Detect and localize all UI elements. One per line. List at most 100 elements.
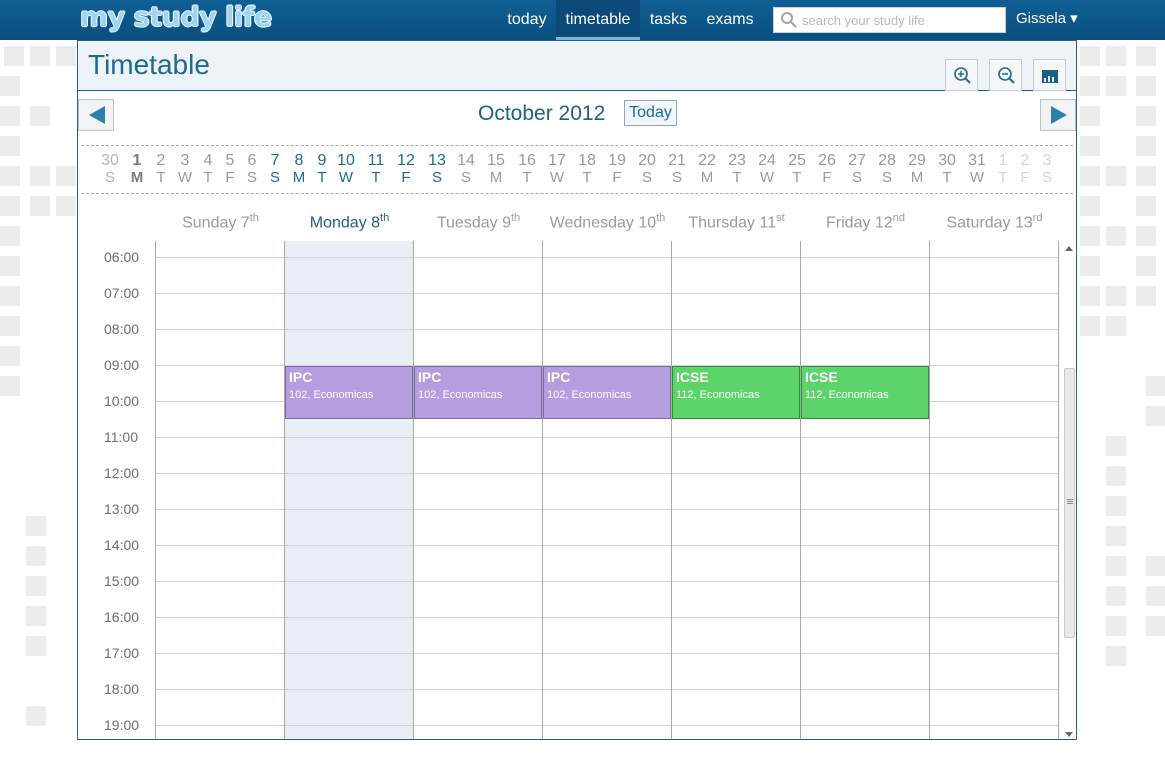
day-column-header: Tuesday 9th (414, 212, 543, 232)
strip-day[interactable]: 30 T (935, 152, 959, 186)
nav-tasks[interactable]: tasks (640, 0, 697, 40)
strip-day[interactable]: 18 T (575, 152, 599, 186)
strip-day[interactable]: 29 M (905, 152, 929, 186)
timetable-grid: 06:00 07:00 08:00 09:00 10:00 11:00 12:00 13:00… (78, 241, 1076, 739)
strip-day-letter: T (317, 169, 327, 186)
hour-label: 19:00 (104, 717, 140, 733)
day-column-header: Wednesday 10th (543, 212, 672, 232)
strip-day[interactable]: 19 F (605, 152, 629, 186)
strip-day[interactable]: 28 S (875, 152, 899, 186)
strip-day-letter: S (851, 169, 862, 186)
strip-day[interactable]: 15 M (484, 152, 508, 186)
hour-gridline (155, 293, 1059, 294)
class-event[interactable]: IPC 102, Economicas (285, 366, 413, 419)
event-title: ICSE (676, 369, 709, 385)
panel-header: Timetable (78, 41, 1076, 91)
strip-day[interactable]: 24 W (755, 152, 779, 186)
strip-day[interactable]: 7S (263, 152, 287, 186)
hour-gridline (155, 617, 1059, 618)
strip-day[interactable]: 23 T (725, 152, 749, 186)
strip-day[interactable]: 17 W (545, 152, 569, 186)
strip-day[interactable]: 2F (1013, 152, 1037, 186)
strip-day-letter: F (612, 169, 622, 186)
strip-day-letter: F (401, 169, 411, 186)
strip-day[interactable]: 10 W (334, 152, 358, 186)
strip-day[interactable]: 1M (125, 152, 149, 186)
strip-day[interactable]: 3S (1035, 152, 1059, 186)
strip-day-number: 12 (397, 152, 415, 169)
strip-day[interactable]: 20 S (635, 152, 659, 186)
previous-week-button[interactable] (78, 99, 114, 131)
strip-day-letter: M (910, 169, 924, 186)
class-event[interactable]: ICSE 112, Economicas (801, 366, 929, 419)
class-event[interactable]: IPC 102, Economicas (543, 366, 671, 419)
strip-day-number: 30 (101, 152, 119, 169)
strip-day[interactable]: 25 T (785, 152, 809, 186)
strip-day[interactable]: 26 F (815, 152, 839, 186)
next-week-button[interactable] (1040, 99, 1076, 131)
class-event[interactable]: IPC 102, Economicas (414, 366, 542, 419)
strip-day[interactable]: 2T (149, 152, 173, 186)
strip-day[interactable]: 16 T (515, 152, 539, 186)
strip-day-letter: T (732, 169, 742, 186)
search-input[interactable] (802, 10, 1002, 30)
strip-day[interactable]: 11 T (364, 152, 388, 186)
strip-day[interactable]: 30 S (98, 152, 122, 186)
zoom-out-button[interactable] (989, 59, 1022, 91)
strip-day[interactable]: 13 S (425, 152, 449, 186)
scroll-up-arrow[interactable] (1065, 246, 1073, 251)
class-event[interactable]: ICSE 112, Economicas (672, 366, 800, 419)
strip-day[interactable]: 12 F (394, 152, 418, 186)
strip-day-letter: T (371, 169, 381, 186)
strip-day-letter: T (522, 169, 532, 186)
strip-day[interactable]: 8M (287, 152, 311, 186)
date-strip: 30 S 1 M 2 T 3 W 4 T 5 F 6 S 7 S 8 M 9 T 10 W 11 T 12 F 13 S 14 S 15 M 1… (81, 145, 1073, 194)
vertical-scrollbar[interactable] (1062, 241, 1076, 739)
strip-day[interactable]: 27 S (845, 152, 869, 186)
scroll-thumb[interactable] (1064, 368, 1075, 638)
hour-gridline (155, 329, 1059, 330)
strip-day-number: 5 (225, 152, 235, 169)
user-menu[interactable]: Gissela ▾ (1016, 0, 1078, 40)
strip-day[interactable]: 14 S (454, 152, 478, 186)
strip-day[interactable]: 22 M (695, 152, 719, 186)
app-logo[interactable]: my study life (80, 2, 272, 33)
strip-day-number: 18 (578, 152, 596, 169)
strip-day[interactable]: 3W (173, 152, 197, 186)
day-column-divider (671, 241, 672, 739)
day-column-header: Saturday 13rd (930, 212, 1059, 232)
strip-day-number: 30 (938, 152, 956, 169)
strip-day[interactable]: 21 S (665, 152, 689, 186)
day-ordinal-suffix: st (776, 212, 785, 224)
arrow-left-icon (89, 106, 105, 124)
strip-day-letter: T (203, 169, 213, 186)
day-column-header: Friday 12nd (801, 212, 930, 232)
strip-day[interactable]: 4T (196, 152, 220, 186)
hour-label: 14:00 (104, 537, 140, 553)
scroll-down-arrow[interactable] (1065, 732, 1073, 737)
strip-day[interactable]: 31 W (965, 152, 989, 186)
hour-label: 18:00 (104, 681, 140, 697)
hour-label: 06:00 (104, 249, 140, 265)
strip-day[interactable]: 1T (991, 152, 1015, 186)
export-button[interactable] (1033, 59, 1066, 91)
hour-gridline (155, 725, 1059, 726)
strip-day-letter: F (822, 169, 832, 186)
hour-label: 08:00 (104, 321, 140, 337)
strip-day-letter: W (338, 169, 354, 186)
strip-day[interactable]: 5F (218, 152, 242, 186)
day-ordinal-suffix: th (510, 212, 521, 224)
strip-day[interactable]: 9T (310, 152, 334, 186)
hour-gridline (155, 689, 1059, 690)
strip-day-number: 22 (698, 152, 716, 169)
nav-today[interactable]: today (498, 0, 556, 40)
today-button[interactable]: Today (624, 100, 677, 126)
nav-exams[interactable]: exams (697, 0, 763, 40)
day-ordinal-suffix: nd (892, 212, 905, 224)
search-box[interactable] (773, 7, 1006, 33)
strip-day[interactable]: 6S (240, 152, 264, 186)
nav-timetable[interactable]: timetable (556, 0, 640, 40)
zoom-in-button[interactable] (945, 59, 978, 91)
hour-label: 15:00 (104, 573, 140, 589)
day-column-label: Wednesday 10 (549, 214, 657, 232)
